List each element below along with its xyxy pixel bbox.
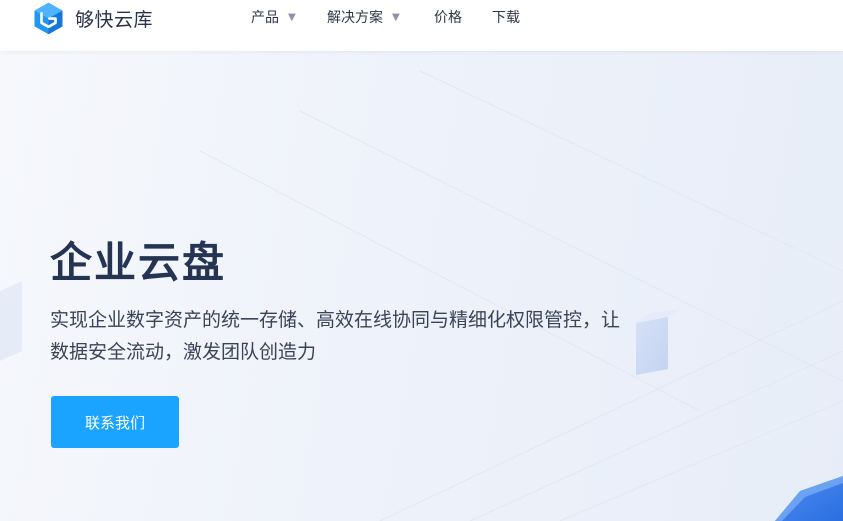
cube-logo-icon <box>34 2 63 34</box>
hero-title: 企业云盘 <box>50 238 227 287</box>
brand-name: 够快云库 <box>75 8 154 31</box>
nav-item-solutions[interactable]: 解决方案 ▼ <box>327 7 400 27</box>
nav-item-download[interactable]: 下载 <box>492 7 520 27</box>
hero-description-line-2: 数据安全流动，激发团队创造力 <box>50 341 317 363</box>
nav-item-products[interactable]: 产品 ▼ <box>251 7 296 27</box>
nav-item-pricing[interactable]: 价格 <box>434 7 462 27</box>
top-navbar: 够快云库 产品 ▼ 解决方案 ▼ 价格 下载 <box>0 0 843 51</box>
hero-section: 企业云盘 实现企业数字资产的统一存储、高效在线协同与精细化权限管控，让 数据安全… <box>0 51 843 521</box>
brand[interactable]: 够快云库 <box>31 0 153 36</box>
contact-us-button[interactable]: 联系我们 <box>51 396 179 448</box>
caret-down-icon: ▼ <box>392 11 400 23</box>
hero-description-line-1: 实现企业数字资产的统一存储、高效在线协同与精细化权限管控，让 <box>50 309 621 331</box>
nav-item-label: 价格 <box>434 10 462 26</box>
hero-description: 实现企业数字资产的统一存储、高效在线协同与精细化权限管控，让 数据安全流动，激发… <box>50 304 670 368</box>
nav-item-label: 产品 <box>251 10 279 26</box>
caret-down-icon: ▼ <box>288 11 296 23</box>
nav-item-label: 下载 <box>492 10 520 26</box>
nav-item-label: 解决方案 <box>327 10 383 26</box>
